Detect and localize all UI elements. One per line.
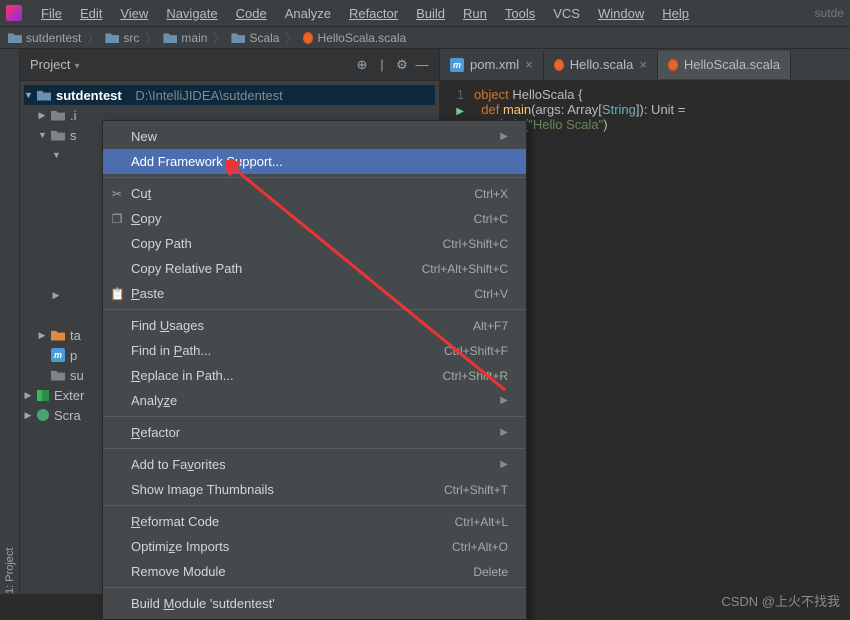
context-item[interactable]: ✂CutCtrl+X [103,181,526,206]
user-label: sutde [815,6,844,20]
tab-hello[interactable]: Hello.scala× [544,51,658,79]
context-separator [103,177,526,178]
breadcrumb: sutdentest 〉 src 〉 main 〉 Scala 〉 HelloS… [0,26,850,49]
folder-icon [231,32,245,43]
menu-code[interactable]: Code [229,4,274,23]
context-separator [103,505,526,506]
menu-build[interactable]: Build [409,4,452,23]
context-separator [103,587,526,588]
context-item[interactable]: Build Module 'sutdentest' [103,591,526,616]
project-icon [37,90,51,101]
menu-navigate[interactable]: Navigate [159,4,224,23]
bc-file[interactable]: HelloScala.scala [303,31,406,45]
gear-icon[interactable]: ⚙ [395,57,409,73]
scala-file-icon [554,59,564,71]
scratch-icon [37,409,49,421]
minimize-icon[interactable]: — [415,57,429,72]
context-separator [103,448,526,449]
tree-root[interactable]: ▼sutdentest D:\IntelliJIDEA\sutdentest [24,85,435,105]
context-item[interactable]: Find UsagesAlt+F7 [103,313,526,338]
menu-file[interactable]: File [34,4,69,23]
bc-project[interactable]: sutdentest [8,31,81,45]
target-icon[interactable]: ⊕ [355,57,369,73]
divider: | [375,57,389,72]
run-gutter-icon[interactable]: ▶ [456,106,464,117]
folder-icon [51,330,65,341]
context-menu: New▶Add Framework Support...✂CutCtrl+X❐C… [102,120,527,620]
menu-tools[interactable]: Tools [498,4,542,23]
ij-logo-icon [6,5,22,21]
menu-analyze[interactable]: Analyze [278,4,338,23]
context-item[interactable]: Add Framework Support... [103,149,526,174]
context-item[interactable]: Copy Relative PathCtrl+Alt+Shift+C [103,256,526,281]
context-item[interactable]: Refactor▶ [103,420,526,445]
context-item[interactable]: Find in Path...Ctrl+Shift+F [103,338,526,363]
side-tool-strip[interactable]: 1: Project [0,49,20,594]
close-icon[interactable]: × [525,57,533,72]
folder-icon [8,32,22,43]
menu-edit[interactable]: Edit [73,4,109,23]
bc-src[interactable]: src [105,31,139,45]
context-item[interactable]: Replace in Path...Ctrl+Shift+R [103,363,526,388]
ctx-icon: ❐ [110,212,124,226]
folder-icon [163,32,177,43]
context-item[interactable]: Remove ModuleDelete [103,559,526,584]
context-item[interactable]: Copy PathCtrl+Shift+C [103,231,526,256]
bc-main[interactable]: main [163,31,207,45]
watermark: CSDN @上火不找我 [721,591,840,610]
menu-help[interactable]: Help [655,4,696,23]
project-view-selector[interactable]: Project [30,57,80,72]
bc-scala[interactable]: Scala [231,31,279,45]
menu-refactor[interactable]: Refactor [342,4,405,23]
context-item[interactable]: 📋PasteCtrl+V [103,281,526,306]
context-item[interactable]: Show Image ThumbnailsCtrl+Shift+T [103,477,526,502]
maven-icon: m [450,58,464,72]
ctx-icon: ✂ [110,187,124,201]
close-icon[interactable]: × [639,57,647,72]
ctx-icon: 📋 [110,287,124,301]
menubar: File Edit View Navigate Code Analyze Ref… [0,0,850,26]
context-item[interactable]: Analyze▶ [103,388,526,413]
context-separator [103,416,526,417]
folder-icon [51,110,65,121]
module-icon [51,370,65,381]
library-icon [37,390,49,401]
project-panel-header: Project ⊕ | ⚙ — [20,49,439,81]
tab-pom[interactable]: mpom.xml× [440,51,544,79]
project-tool-label: 1: Project [4,55,16,594]
tab-helloscala[interactable]: HelloScala.scala [658,51,791,79]
scala-file-icon [303,32,313,44]
context-item[interactable]: Add to Favorites▶ [103,452,526,477]
folder-icon [51,130,65,141]
maven-icon: m [51,348,65,362]
context-item[interactable]: ❐CopyCtrl+C [103,206,526,231]
context-item[interactable]: New▶ [103,124,526,149]
menu-view[interactable]: View [113,4,155,23]
menu-run[interactable]: Run [456,4,494,23]
editor-tabs: mpom.xml× Hello.scala× HelloScala.scala [440,49,850,81]
context-separator [103,309,526,310]
context-item[interactable]: Reformat CodeCtrl+Alt+L [103,509,526,534]
context-item[interactable]: Optimize ImportsCtrl+Alt+O [103,534,526,559]
scala-file-icon [668,59,678,71]
menu-window[interactable]: Window [591,4,651,23]
folder-icon [105,32,119,43]
menu-vcs[interactable]: VCS [546,4,587,23]
